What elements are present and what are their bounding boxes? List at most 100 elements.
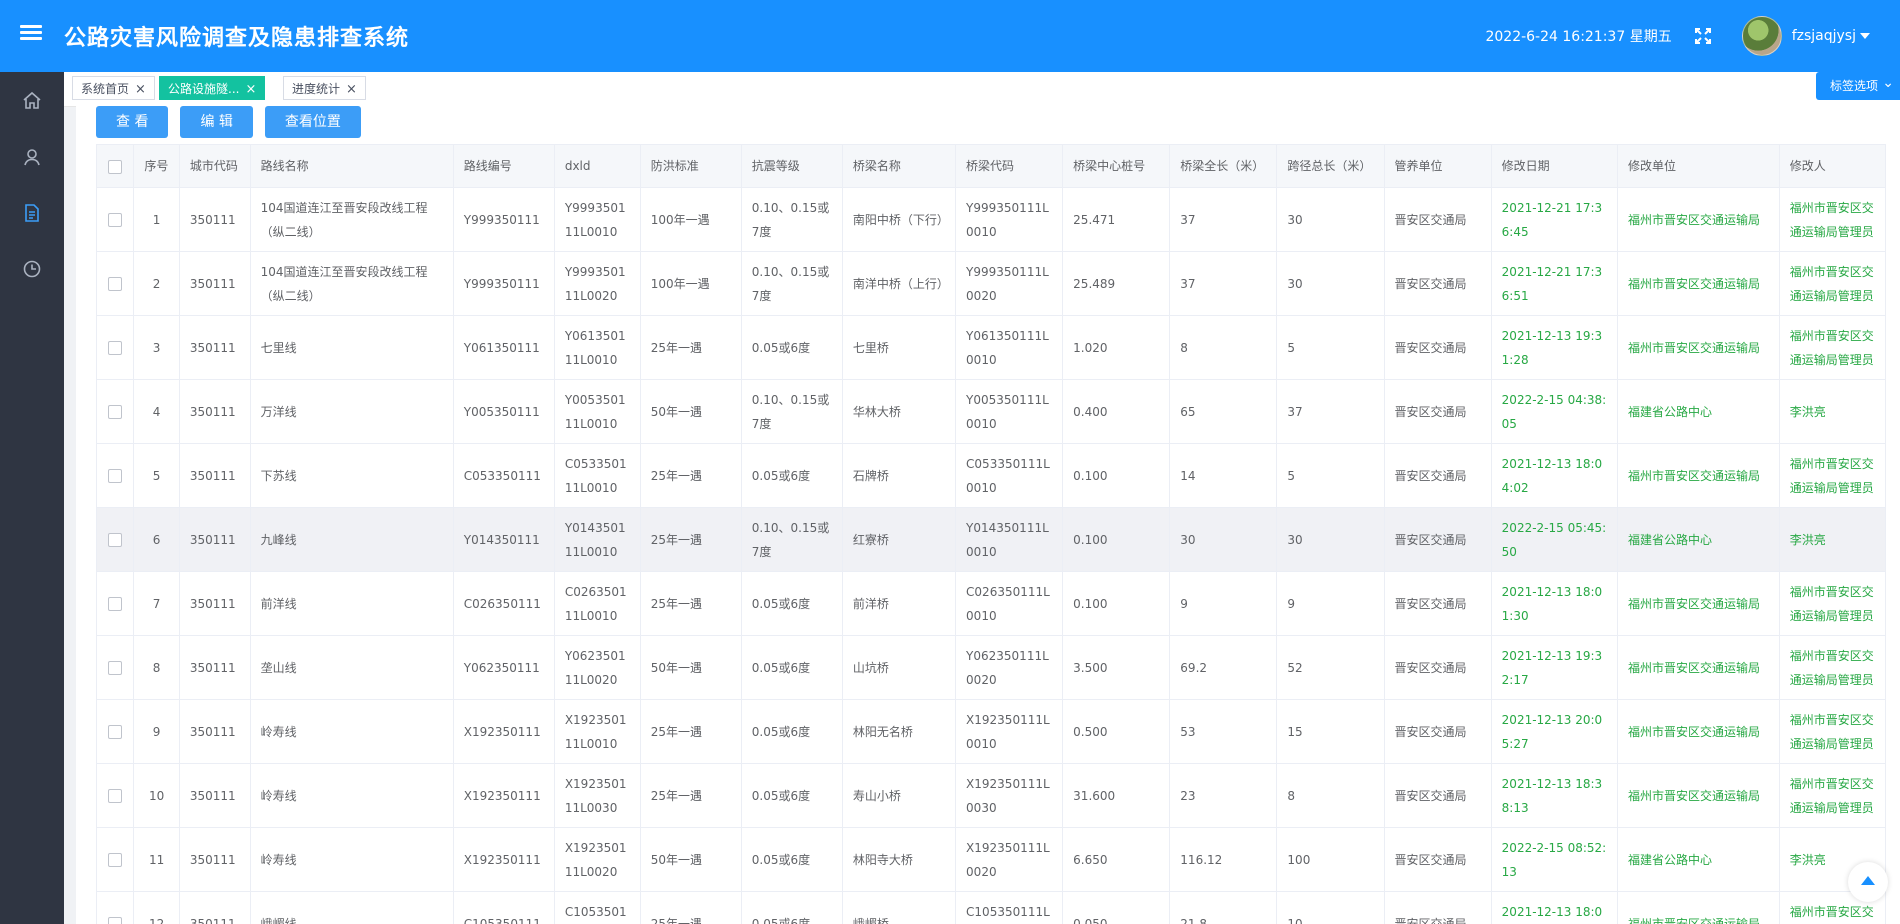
column-header[interactable]: dxld bbox=[553, 144, 641, 188]
table-cell: 福建省公路中心 bbox=[1617, 507, 1780, 572]
row-checkbox[interactable] bbox=[95, 187, 135, 252]
table-cell: 50年一遇 bbox=[639, 379, 742, 444]
table-cell: 2022-2-15 08:52:13 bbox=[1490, 827, 1619, 892]
tag-bridge-facilities[interactable]: 公路设施隧... × bbox=[159, 76, 266, 100]
table-cell: X192350111L0020 bbox=[955, 827, 1064, 892]
table-row[interactable]: 7 350111 前洋线 C026350111 C026350111L0010 25年一遇… bbox=[95, 571, 1887, 636]
row-checkbox[interactable] bbox=[95, 379, 135, 444]
column-header[interactable]: 修改单位 bbox=[1617, 144, 1780, 188]
table-cell: X192350111 bbox=[452, 763, 555, 828]
table-row[interactable]: 12350111峨嵋线C105350111C105350111L001025年一… bbox=[95, 891, 1887, 924]
table-cell: 0.10、0.15或7度 bbox=[740, 251, 843, 316]
table-cell: 2021-12-13 18:01:30 bbox=[1490, 571, 1619, 636]
document-icon[interactable] bbox=[21, 202, 43, 224]
view-location-button[interactable]: 查看位置 bbox=[264, 106, 361, 138]
table-cell: C105350111L0010 bbox=[955, 891, 1064, 924]
close-icon[interactable]: × bbox=[346, 82, 357, 97]
close-icon[interactable]: × bbox=[135, 82, 146, 97]
user-icon[interactable] bbox=[21, 146, 43, 168]
table-cell: 15 bbox=[1276, 699, 1385, 764]
column-header[interactable]: 桥梁代码 bbox=[955, 144, 1064, 188]
select-all-checkbox[interactable] bbox=[95, 144, 135, 188]
view-button[interactable]: 查 看 bbox=[96, 106, 169, 138]
table-cell: 0.05或6度 bbox=[740, 315, 843, 380]
column-header[interactable]: 管养单位 bbox=[1383, 144, 1492, 188]
username[interactable]: fzsjaqjysj bbox=[1792, 28, 1856, 44]
table-cell: 晋安区交通局 bbox=[1383, 763, 1492, 828]
column-header[interactable]: 城市代码 bbox=[178, 144, 251, 188]
table-cell: 晋安区交通局 bbox=[1383, 251, 1492, 316]
table-row[interactable]: 3 350111 七里线 Y061350111 Y061350111L0010 25年一遇… bbox=[95, 315, 1887, 380]
user-caret-icon[interactable] bbox=[1860, 33, 1870, 39]
table-cell: Y014350111L0010 bbox=[553, 507, 641, 572]
back-to-top-button[interactable] bbox=[1848, 862, 1888, 902]
row-checkbox[interactable] bbox=[95, 635, 135, 700]
table-cell: 23 bbox=[1169, 763, 1278, 828]
fullscreen-icon[interactable] bbox=[1694, 27, 1712, 45]
table-cell: C026350111 bbox=[452, 571, 555, 636]
clock-icon[interactable] bbox=[21, 258, 43, 280]
row-checkbox[interactable] bbox=[95, 507, 135, 572]
column-header[interactable]: 序号 bbox=[133, 144, 180, 188]
tag-progress-stats[interactable]: 进度统计 × bbox=[283, 76, 366, 100]
table-cell: 8 bbox=[133, 635, 180, 700]
table-row[interactable]: 11 350111 岭寿线 X192350111 X192350111L0020 50年一… bbox=[95, 827, 1887, 892]
column-header[interactable]: 路线编号 bbox=[452, 144, 555, 188]
table-cell: Y062350111L0020 bbox=[553, 635, 641, 700]
table-row[interactable]: 6 350111 九峰线 Y014350111 Y014350111L0010 25年一遇… bbox=[95, 507, 1887, 572]
table-cell: Y062350111 bbox=[452, 635, 555, 700]
table-cell: 11 bbox=[133, 827, 180, 892]
row-checkbox[interactable] bbox=[95, 251, 135, 316]
table-row[interactable]: 9 350111 岭寿线 X192350111 X192350111L0010 25年一遇… bbox=[95, 699, 1887, 764]
table-cell: 37 bbox=[1169, 251, 1278, 316]
tag-home[interactable]: 系统首页 × bbox=[72, 76, 155, 100]
table-cell: Y005350111 bbox=[452, 379, 555, 444]
row-checkbox[interactable] bbox=[95, 443, 135, 508]
table-cell: 福州市晋安区交通运输局 bbox=[1617, 699, 1780, 764]
table-cell: Y061350111L0010 bbox=[955, 315, 1064, 380]
close-icon[interactable]: × bbox=[245, 82, 256, 97]
table-cell: 2021-12-21 17:36:45 bbox=[1490, 187, 1619, 252]
table-cell: X192350111L0010 bbox=[553, 699, 641, 764]
column-header[interactable]: 修改人 bbox=[1778, 144, 1887, 188]
column-header[interactable]: 修改日期 bbox=[1490, 144, 1619, 188]
table-cell: X192350111L0020 bbox=[553, 827, 641, 892]
column-header[interactable]: 桥梁名称 bbox=[841, 144, 957, 188]
table-cell: 晋安区交通局 bbox=[1383, 699, 1492, 764]
table-cell: 25年一遇 bbox=[639, 763, 742, 828]
table-cell: 350111 bbox=[178, 315, 251, 380]
table-row[interactable]: 8 350111 垄山线 Y062350111 Y062350111L0020 50年一遇… bbox=[95, 635, 1887, 700]
row-checkbox[interactable] bbox=[95, 891, 135, 924]
column-header[interactable]: 桥梁中心桩号 bbox=[1062, 144, 1171, 188]
table-cell: 前洋线 bbox=[249, 571, 454, 636]
table-cell: X192350111 bbox=[452, 827, 555, 892]
column-header[interactable]: 桥梁全长（米） bbox=[1169, 144, 1278, 188]
column-header[interactable]: 跨径总长（米） bbox=[1276, 144, 1385, 188]
row-checkbox[interactable] bbox=[95, 571, 135, 636]
column-header[interactable]: 抗震等级 bbox=[740, 144, 843, 188]
menu-toggle-icon[interactable] bbox=[20, 22, 42, 44]
avatar[interactable] bbox=[1741, 16, 1782, 56]
column-header[interactable]: 防洪标准 bbox=[639, 144, 742, 188]
column-header[interactable]: 路线名称 bbox=[249, 144, 454, 188]
tag-options-button[interactable]: 标签选项 bbox=[1815, 69, 1900, 100]
edit-button[interactable]: 编 辑 bbox=[180, 106, 253, 138]
table-cell: 福州市晋安区交通运输局管理员 bbox=[1778, 699, 1887, 764]
home-icon[interactable] bbox=[21, 90, 43, 112]
table-row[interactable]: 2 350111 104国道连江至晋安段改线工程（纵二线） Y999350111 Y99… bbox=[95, 251, 1887, 316]
table-row[interactable]: 1 350111 104国道连江至晋安段改线工程（纵二线） Y999350111 Y99… bbox=[95, 187, 1887, 252]
row-checkbox[interactable] bbox=[95, 827, 135, 892]
row-checkbox[interactable] bbox=[95, 763, 135, 828]
table-row[interactable]: 4 350111 万洋线 Y005350111 Y005350111L0010 50年一遇… bbox=[95, 379, 1887, 444]
table-cell: Y061350111L0010 bbox=[553, 315, 641, 380]
table-cell: 福州市晋安区交通运输局管理员 bbox=[1778, 635, 1887, 700]
table-cell: 104国道连江至晋安段改线工程（纵二线） bbox=[249, 251, 454, 316]
table-cell: 350111 bbox=[178, 827, 251, 892]
tag-label: 系统首页 bbox=[81, 82, 130, 96]
table-cell: 350111 bbox=[178, 379, 251, 444]
table-row[interactable]: 10 350111 岭寿线 X192350111 X192350111L0030 25年一… bbox=[95, 763, 1887, 828]
row-checkbox[interactable] bbox=[95, 699, 135, 764]
table-row[interactable]: 5 350111 下苏线 C053350111 C053350111L0010 25年一遇… bbox=[95, 443, 1887, 508]
table-cell: 福州市晋安区交通运输局管理员 bbox=[1778, 443, 1887, 508]
row-checkbox[interactable] bbox=[95, 315, 135, 380]
